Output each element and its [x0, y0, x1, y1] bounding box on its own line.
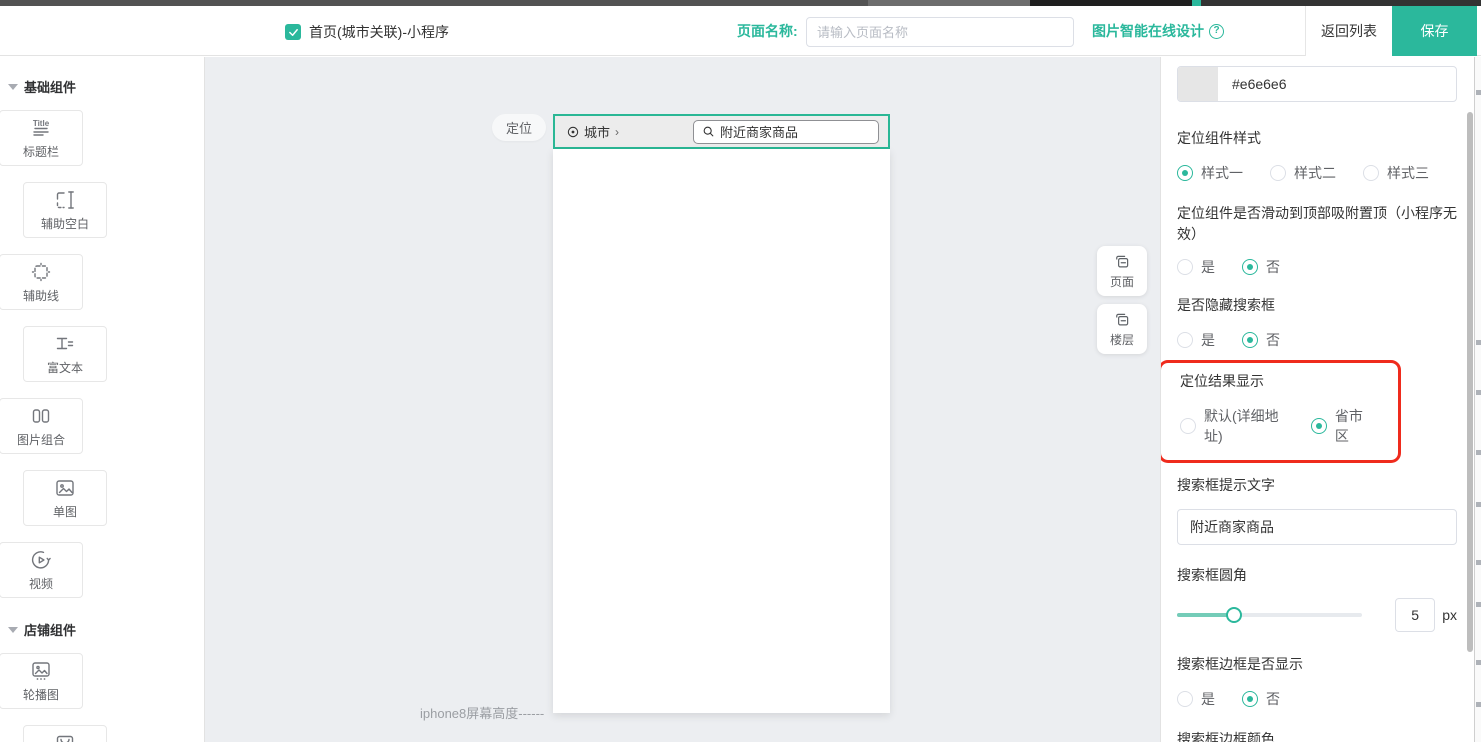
slider-thumb[interactable] — [1226, 607, 1242, 623]
radio-icon — [1177, 259, 1193, 275]
top-toolbar: 首页(城市关联)-小程序 页面名称: 图片智能在线设计 ? 返回列表 保存 — [0, 6, 1481, 56]
component-sidebar: 基础组件 Title 标题栏 辅助空白 辅助线 富文本 图片组合 — [0, 57, 205, 742]
sticky-radio-group: 是 否 — [1177, 257, 1474, 277]
style-group-label: 定位组件样式 — [1177, 128, 1463, 149]
back-to-list-button[interactable]: 返回列表 — [1305, 6, 1392, 56]
hide-search-label: 是否隐藏搜索框 — [1177, 295, 1463, 316]
checkbox-checked-icon[interactable] — [285, 24, 301, 40]
settings-panel: #e6e6e6 定位组件样式 样式一 样式二 样式三 定位组件是否滑动到顶部吸附… — [1160, 57, 1474, 742]
radio-sticky-yes[interactable]: 是 — [1177, 257, 1215, 277]
section-basic-components[interactable]: 基础组件 — [0, 77, 204, 96]
carousel-icon — [29, 659, 53, 683]
radio-border-no[interactable]: 否 — [1242, 689, 1280, 709]
component-card-single-image[interactable]: 单图 — [23, 470, 107, 526]
search-hint-input[interactable] — [1177, 509, 1457, 545]
radio-style-1[interactable]: 样式一 — [1177, 163, 1243, 183]
locator-component-selected[interactable]: 城市 › 附近商家商品 — [553, 114, 890, 149]
radio-style-3[interactable]: 样式三 — [1363, 163, 1429, 183]
blank-icon — [53, 188, 77, 212]
component-card-video[interactable]: 视频 — [0, 542, 83, 598]
radio-icon — [1242, 259, 1258, 275]
page-name-label: 页面名称: — [737, 23, 798, 40]
radio-icon — [1242, 691, 1258, 707]
main-area: 基础组件 Title 标题栏 辅助空白 辅助线 富文本 图片组合 — [0, 57, 1481, 742]
radio-hide-yes[interactable]: 是 — [1177, 330, 1215, 350]
search-icon — [702, 125, 715, 138]
copy-icon — [1113, 253, 1131, 271]
component-card-product-list[interactable]: 商品列表 — [23, 725, 107, 742]
style-radio-group: 样式一 样式二 样式三 — [1177, 163, 1474, 183]
help-icon[interactable]: ? — [1209, 24, 1224, 39]
canvas-workspace[interactable]: iphone8屏幕高度------ 定位 城市 › 附近商家商品 页面 — [205, 57, 1160, 742]
radio-icon — [1270, 165, 1286, 181]
component-card-carousel[interactable]: 轮播图 — [0, 653, 83, 709]
border-show-radio-group: 是 否 — [1177, 689, 1474, 709]
border-color-label: 搜索框边框颜色 — [1177, 729, 1463, 742]
save-button[interactable]: 保存 — [1392, 6, 1477, 56]
radio-icon — [1363, 165, 1379, 181]
floor-settings-button[interactable]: 楼层 — [1097, 304, 1147, 354]
page-bg-color-input[interactable]: #e6e6e6 — [1177, 66, 1457, 102]
radio-icon — [1180, 418, 1196, 434]
video-icon — [29, 548, 53, 572]
radio-sticky-no[interactable]: 否 — [1242, 257, 1280, 277]
radio-style-2[interactable]: 样式二 — [1270, 163, 1336, 183]
basic-components-grid: Title 标题栏 辅助空白 辅助线 富文本 图片组合 单图 — [0, 110, 200, 614]
component-card-title-bar[interactable]: Title 标题栏 — [0, 110, 83, 166]
radio-hide-no[interactable]: 否 — [1242, 330, 1280, 350]
component-card-image-group[interactable]: 图片组合 — [0, 398, 83, 454]
radio-border-yes[interactable]: 是 — [1177, 689, 1215, 709]
search-hint-label: 搜索框提示文字 — [1177, 475, 1463, 496]
phone-preview: 城市 › 附近商家商品 — [553, 114, 890, 713]
city-locate-icon — [566, 125, 580, 139]
component-card-guide-line[interactable]: 辅助线 — [0, 254, 83, 310]
panel-scrollbar[interactable] — [1467, 112, 1473, 652]
preview-search-box[interactable]: 附近商家商品 — [693, 120, 879, 144]
page-type-checkbox-group[interactable]: 首页(城市关联)-小程序 — [285, 22, 449, 42]
phone-canvas-empty[interactable] — [553, 149, 890, 713]
product-list-icon — [53, 731, 77, 742]
radio-icon — [1177, 332, 1193, 348]
page-settings-button[interactable]: 页面 — [1097, 246, 1147, 296]
svg-text:Title: Title — [33, 119, 50, 128]
component-card-rich-text[interactable]: 富文本 — [23, 326, 107, 382]
iphone8-height-note: iphone8屏幕高度------ — [420, 703, 544, 722]
clipped-window-edge — [1474, 57, 1481, 742]
red-highlight-annotation: 定位结果显示 默认(详细地址) 省市区 — [1160, 360, 1401, 463]
radio-icon — [1242, 332, 1258, 348]
smart-design-link[interactable]: 图片智能在线设计 ? — [1092, 22, 1224, 40]
sticky-group-label: 定位组件是否滑动到顶部吸附置顶（小程序无效） — [1177, 203, 1463, 245]
radio-icon — [1177, 691, 1193, 707]
selected-component-tag: 定位 — [492, 114, 546, 141]
collapse-arrow-icon — [8, 627, 18, 633]
page-name-input[interactable] — [806, 17, 1074, 47]
radio-result-region[interactable]: 省市区 — [1311, 406, 1371, 446]
collapse-arrow-icon — [8, 84, 18, 90]
locate-result-radio-group: 默认(详细地址) 省市区 — [1180, 406, 1398, 446]
single-image-icon — [53, 476, 77, 500]
chevron-right-icon: › — [615, 125, 619, 139]
radius-value-input[interactable] — [1395, 598, 1435, 632]
radius-unit: px — [1442, 607, 1457, 623]
radio-result-default[interactable]: 默认(详细地址) — [1180, 406, 1287, 446]
city-selector[interactable]: 城市 › — [566, 122, 619, 141]
rich-text-icon — [53, 332, 77, 356]
radio-icon — [1311, 418, 1327, 434]
radio-icon — [1177, 165, 1193, 181]
search-radius-row: px — [1177, 598, 1457, 632]
section-store-components[interactable]: 店铺组件 — [0, 620, 204, 639]
component-card-blank[interactable]: 辅助空白 — [23, 182, 107, 238]
color-swatch[interactable] — [1178, 67, 1218, 101]
page-type-label: 首页(城市关联)-小程序 — [309, 22, 449, 42]
copy-icon — [1113, 311, 1131, 329]
title-icon: Title — [29, 116, 53, 140]
search-radius-label: 搜索框圆角 — [1177, 565, 1463, 586]
border-show-label: 搜索框边框是否显示 — [1177, 654, 1463, 675]
image-group-icon — [29, 404, 53, 428]
guide-line-icon — [29, 260, 53, 284]
radius-slider[interactable] — [1177, 607, 1362, 623]
locate-result-label: 定位结果显示 — [1180, 371, 1466, 392]
hide-search-radio-group: 是 否 — [1177, 330, 1474, 350]
store-components-grid: 轮播图 商品列表 BTN 按钮组 定位 搜索框 公告 — [0, 653, 200, 742]
